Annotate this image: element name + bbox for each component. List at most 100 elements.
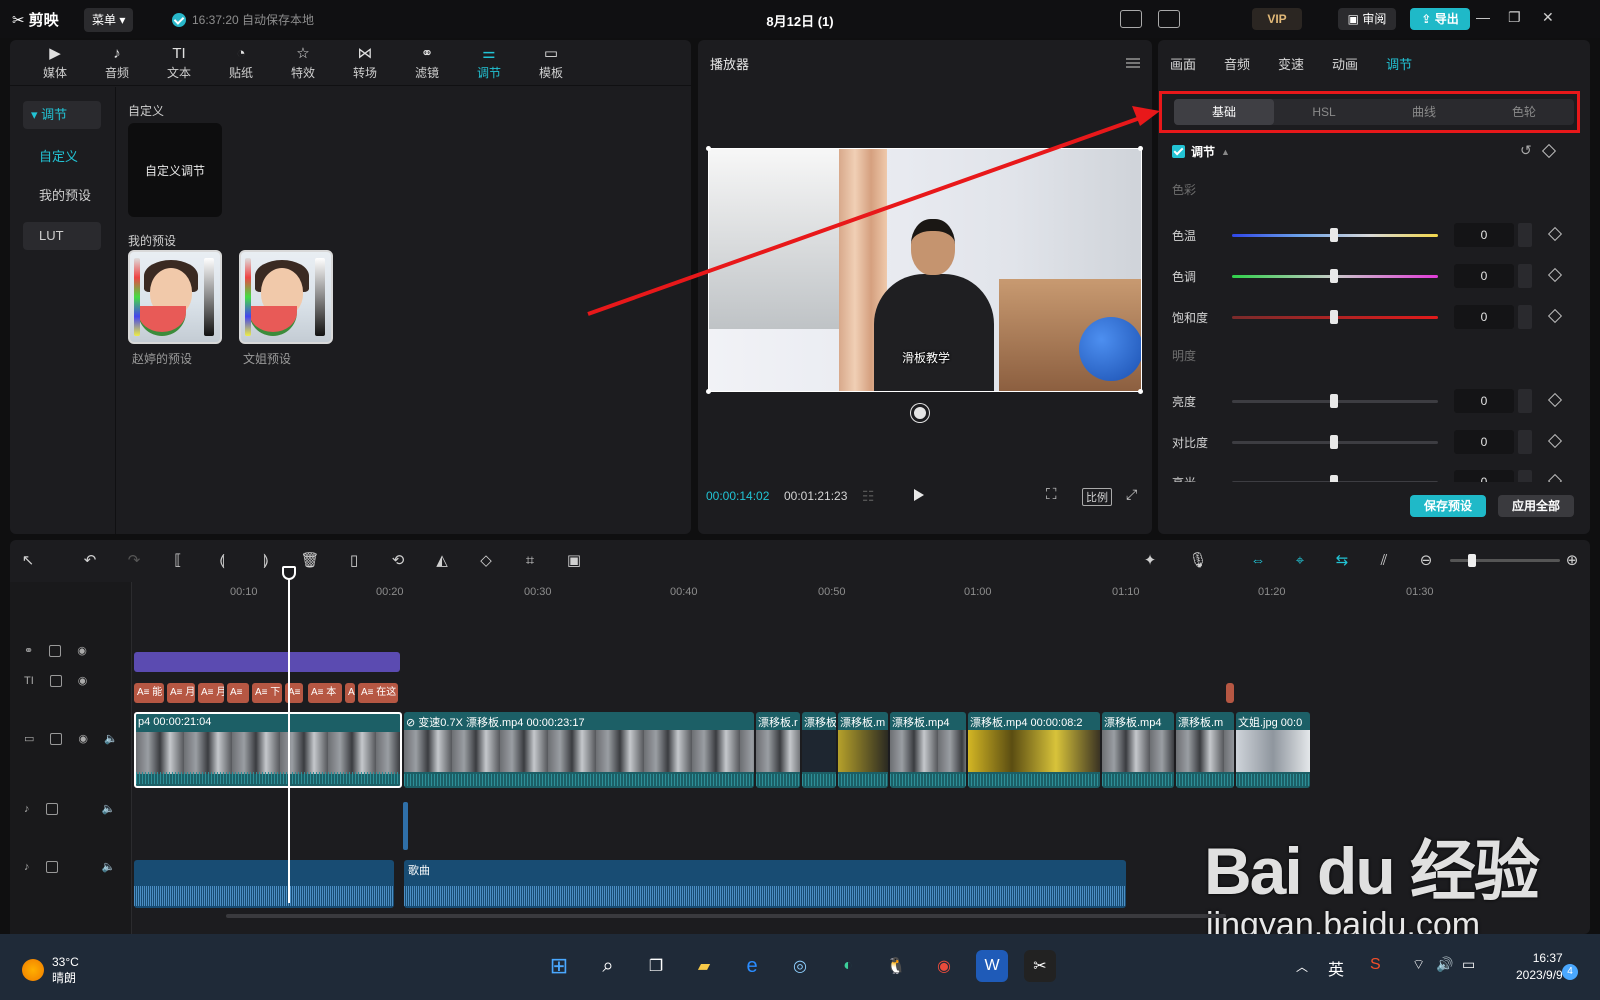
checkbox-icon[interactable]: [1172, 145, 1185, 158]
grid-icon[interactable]: ☷: [862, 488, 875, 505]
custom-adjust-card[interactable]: 自定义调节: [128, 123, 222, 217]
value-input[interactable]: 0: [1454, 223, 1514, 247]
audio-clip[interactable]: [134, 860, 394, 908]
resize-handle[interactable]: [706, 389, 711, 394]
smart-crop-icon[interactable]: ▣: [564, 550, 584, 570]
select-icon[interactable]: ↖: [18, 550, 38, 570]
freeze-icon[interactable]: ▯: [344, 550, 364, 570]
search-icon[interactable]: ⌕: [592, 950, 624, 982]
apply-all-button[interactable]: 应用全部: [1498, 495, 1574, 517]
tool-sticker[interactable]: ◔ 贴纸: [210, 40, 272, 85]
crop-icon[interactable]: ⌗: [520, 550, 540, 570]
lock-icon[interactable]: [45, 802, 58, 815]
nav-lut[interactable]: LUT: [23, 222, 101, 250]
stepper[interactable]: [1518, 305, 1532, 329]
mirror-icon[interactable]: ◭: [432, 550, 452, 570]
slider-knob[interactable]: [1330, 475, 1338, 482]
linkage-icon[interactable]: ⇆: [1332, 550, 1352, 570]
playhead[interactable]: [288, 568, 290, 903]
ime-indicator[interactable]: 英: [1328, 956, 1344, 980]
time-ruler[interactable]: 00:10 00:20 00:30 00:40 00:50 01:00 01:1…: [134, 582, 1590, 604]
slider-knob[interactable]: [1330, 435, 1338, 449]
resize-handle[interactable]: [706, 146, 711, 151]
value-input[interactable]: 0: [1454, 430, 1514, 454]
video-clip[interactable]: 漂移板.mp4: [1102, 712, 1174, 788]
slider-knob[interactable]: [1330, 394, 1338, 408]
keyboard-icon[interactable]: [1120, 10, 1142, 28]
chrome-icon[interactable]: ◉: [928, 950, 960, 982]
adjust-section-header[interactable]: 调节 ▲: [1172, 143, 1230, 160]
maximize-icon[interactable]: ❐: [1508, 9, 1521, 26]
tool-template[interactable]: ▭ 模板: [520, 40, 582, 85]
fullscreen-icon[interactable]: ⤢: [1126, 486, 1137, 503]
keyframe-icon[interactable]: [1547, 308, 1563, 324]
tab-picture[interactable]: 画面: [1170, 54, 1196, 73]
clock[interactable]: 16:37 2023/9/9: [1516, 950, 1563, 984]
screenshot-icon[interactable]: ⛶: [1046, 486, 1057, 503]
rotate-icon[interactable]: ◇: [476, 550, 496, 570]
speaker-icon[interactable]: 🔈: [102, 860, 116, 873]
audio-clip-small[interactable]: [403, 802, 408, 850]
zoom-slider[interactable]: [1450, 559, 1560, 562]
menu-button[interactable]: 菜单 ▾: [84, 8, 134, 32]
stepper[interactable]: [1518, 264, 1532, 288]
ime-app-icon[interactable]: S: [1370, 956, 1381, 974]
video-preview[interactable]: 滑板教学: [708, 148, 1142, 392]
nav-adjust-section[interactable]: ▾ 调节: [23, 101, 101, 129]
zoom-in-icon[interactable]: ⊕: [1562, 550, 1582, 570]
layout-icon[interactable]: [1158, 10, 1180, 28]
video-clip[interactable]: 漂移板: [802, 712, 836, 788]
link-icon[interactable]: ⇔: [1248, 550, 1268, 570]
split-icon[interactable]: ⟦: [168, 550, 188, 570]
keyframe-icon[interactable]: [1547, 392, 1563, 408]
menu-icon[interactable]: [1126, 58, 1140, 68]
text-clip[interactable]: A≡: [227, 683, 249, 703]
nav-my-presets[interactable]: 我的预设: [23, 182, 101, 210]
value-input[interactable]: 0: [1454, 389, 1514, 413]
text-clip[interactable]: A≡ 月: [167, 683, 195, 703]
trim-right-icon[interactable]: ⟭: [256, 550, 276, 570]
text-clip[interactable]: [1226, 683, 1234, 703]
vip-badge[interactable]: VIP: [1252, 8, 1302, 30]
lock-icon[interactable]: [50, 732, 63, 745]
redo-icon[interactable]: ↷: [124, 550, 144, 570]
lock-icon[interactable]: [49, 674, 62, 687]
text-clip[interactable]: A≡ 能: [134, 683, 164, 703]
weather-widget[interactable]: 33°C 晴朗: [22, 954, 79, 986]
keyframe-icon[interactable]: [1547, 267, 1563, 283]
value-input[interactable]: 0: [1454, 264, 1514, 288]
tab-adjust[interactable]: 调节: [1386, 54, 1412, 73]
battery-icon[interactable]: ▭: [1462, 956, 1475, 973]
minimize-icon[interactable]: —: [1476, 9, 1490, 25]
eye-icon[interactable]: ◉: [78, 674, 88, 687]
tool-text[interactable]: TI 文本: [148, 40, 210, 85]
video-clip[interactable]: 漂移板.mp4: [890, 712, 966, 788]
export-button[interactable]: ⇪ 导出: [1410, 8, 1470, 30]
ratio-button[interactable]: 比例: [1082, 488, 1112, 506]
tool-media[interactable]: ▶ 媒体: [24, 40, 86, 85]
qq-icon[interactable]: 🐧: [880, 950, 912, 982]
slider-knob[interactable]: [1330, 310, 1338, 324]
trim-left-icon[interactable]: ⟬: [212, 550, 232, 570]
resize-handle[interactable]: [1138, 389, 1143, 394]
keyframe-icon[interactable]: [1547, 433, 1563, 449]
microphone-icon[interactable]: 🎙: [1188, 550, 1208, 570]
word-icon[interactable]: W: [976, 950, 1008, 982]
wifi-icon[interactable]: ⌔: [1412, 956, 1425, 974]
notification-badge[interactable]: 4: [1562, 964, 1578, 980]
keyframe-icon[interactable]: [1547, 226, 1563, 242]
tray-chevron-icon[interactable]: ︿: [1296, 958, 1308, 975]
music-clip[interactable]: 歌曲: [404, 860, 1126, 908]
zoom-out-icon[interactable]: ⊖: [1416, 550, 1436, 570]
windows-start-icon[interactable]: ⊞: [543, 950, 575, 982]
effect-clip[interactable]: [134, 652, 400, 672]
edge-legacy-icon[interactable]: e: [736, 950, 768, 982]
edge-icon[interactable]: ◐: [832, 950, 864, 982]
close-icon[interactable]: ✕: [1542, 9, 1554, 26]
video-clip[interactable]: p4 00:00:21:04: [134, 712, 402, 788]
tab-animation[interactable]: 动画: [1332, 54, 1358, 73]
text-clip[interactable]: A: [345, 683, 355, 703]
video-clip[interactable]: 漂移板.m: [1176, 712, 1234, 788]
undo-icon[interactable]: ↶: [80, 550, 100, 570]
text-clip[interactable]: A≡ 在这: [358, 683, 398, 703]
